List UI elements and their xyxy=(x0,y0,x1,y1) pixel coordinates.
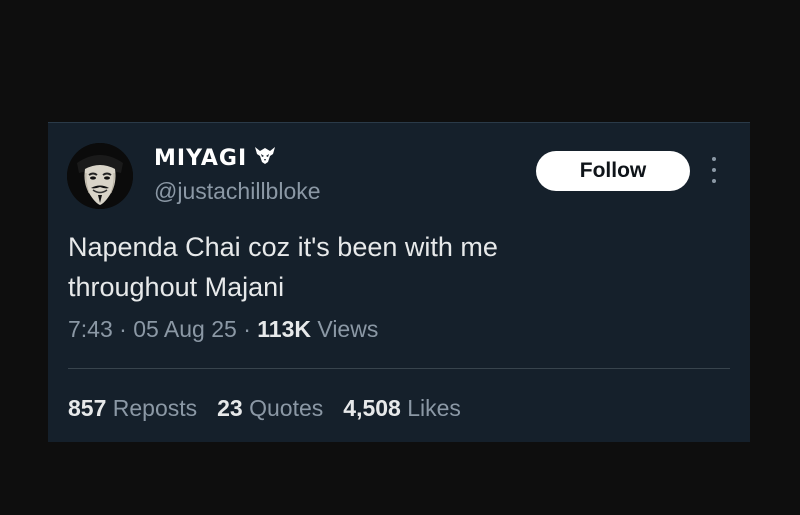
quotes-count: 23 xyxy=(217,395,243,421)
likes-label: Likes xyxy=(407,395,461,421)
divider xyxy=(68,368,730,369)
views-label: Views xyxy=(317,316,379,342)
meta-separator: · xyxy=(119,316,127,342)
meta-separator: · xyxy=(243,316,251,342)
quotes-label: Quotes xyxy=(249,395,324,421)
avatar[interactable] xyxy=(67,143,133,209)
author-display-name[interactable]: MIYAGI xyxy=(154,146,247,171)
author-name-row[interactable]: MIYAGI xyxy=(154,144,277,172)
tweet-text: Napenda Chai coz it's been with me throu… xyxy=(68,227,708,307)
tweet-date[interactable]: 05 Aug 25 xyxy=(133,316,237,342)
reposts-stat[interactable]: 857 Reposts xyxy=(68,395,197,422)
follow-button[interactable]: Follow xyxy=(536,151,690,191)
tweet-card: MIYAGI @justachillbloke Follow Napenda C… xyxy=(48,122,750,442)
reposts-label: Reposts xyxy=(112,395,198,421)
reposts-count: 857 xyxy=(68,395,107,421)
views-count: 113K xyxy=(257,316,311,342)
wolf-emblem-icon xyxy=(253,144,277,172)
author-handle[interactable]: @justachillbloke xyxy=(154,178,321,205)
tweet-meta: 7:43 · 05 Aug 25 · 113K Views xyxy=(68,316,378,343)
engagement-stats: 857 Reposts 23 Quotes 4,508 Likes xyxy=(68,395,461,422)
likes-stat[interactable]: 4,508 Likes xyxy=(343,395,461,422)
likes-count: 4,508 xyxy=(343,395,401,421)
tweet-time[interactable]: 7:43 xyxy=(68,316,113,342)
tweet-text-line: Napenda Chai coz it's been with me xyxy=(68,232,498,262)
more-options-icon[interactable] xyxy=(708,157,720,183)
quotes-stat[interactable]: 23 Quotes xyxy=(217,395,323,422)
tweet-text-line: throughout Majani xyxy=(68,272,285,302)
